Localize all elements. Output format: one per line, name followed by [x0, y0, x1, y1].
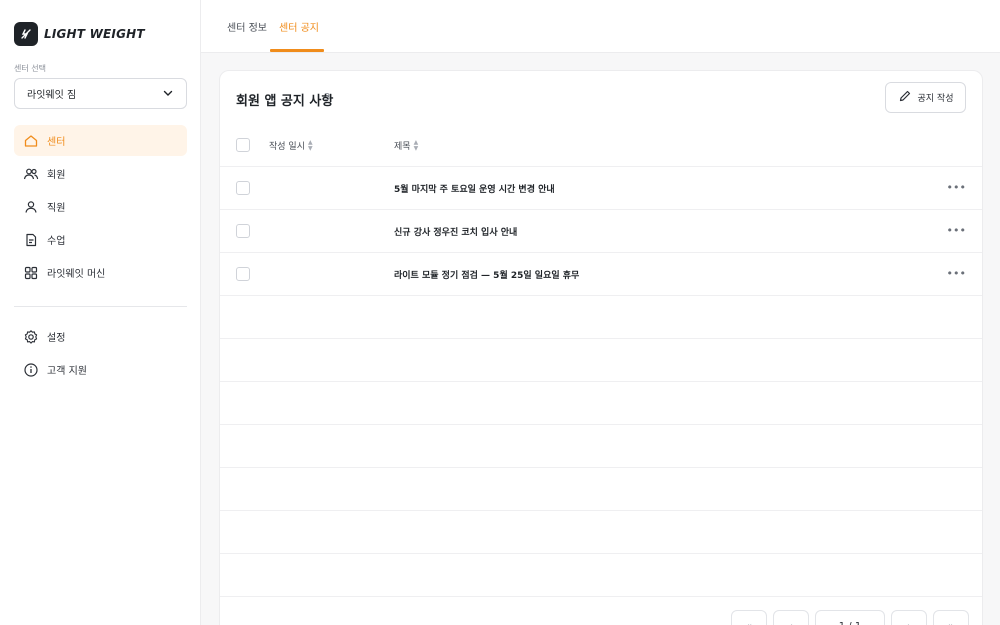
- sidebar-nav: 센터 회원 직원 수업 라잇웨잇 머신: [14, 125, 187, 290]
- row-title[interactable]: 5월 마지막 주 토요일 운영 시간 변경 안내: [394, 182, 555, 195]
- row-checkbox[interactable]: [236, 224, 250, 238]
- sidebar-item-label: 고객 지원: [47, 366, 87, 377]
- sidebar-item-label: 설정: [47, 333, 66, 344]
- brand-logo[interactable]: LIGHT WEIGHT: [14, 22, 145, 46]
- sidebar-item-support[interactable]: 고객 지원: [14, 354, 187, 385]
- center-select-value: 라잇웨잇 짐: [27, 90, 77, 101]
- double-chevron-right-icon: »: [948, 621, 954, 625]
- more-options-icon[interactable]: •••: [947, 181, 966, 194]
- notice-table: 작성 일시 ▲ ▼ 제목 ▲ ▼ 5월 마지막 주 토요일 운영 시간 변경 안내 …: [220, 124, 982, 597]
- user-icon: [23, 199, 39, 215]
- column-title[interactable]: 제목 ▲ ▼: [394, 139, 418, 152]
- row-title[interactable]: 신규 강사 정우진 코치 입사 안내: [394, 225, 517, 238]
- empty-row: [220, 382, 982, 425]
- chevron-left-icon: ‹: [789, 621, 793, 625]
- empty-row: [220, 511, 982, 554]
- sidebar-item-label: 라잇웨잇 머신: [47, 269, 106, 280]
- center-select-label: 센터 선택: [14, 64, 46, 73]
- sidebar-item-label: 수업: [47, 236, 66, 247]
- first-page-button[interactable]: «: [731, 610, 767, 625]
- empty-row: [220, 468, 982, 511]
- sidebar-item-classes[interactable]: 수업: [14, 224, 187, 255]
- empty-row: [220, 425, 982, 468]
- info-icon: [23, 362, 39, 378]
- column-date[interactable]: 작성 일시 ▲ ▼: [269, 139, 313, 152]
- active-tab-indicator: [270, 49, 324, 52]
- more-options-icon[interactable]: •••: [947, 267, 966, 280]
- gear-icon: [23, 329, 39, 345]
- tab-center-info[interactable]: 센터 정보: [227, 19, 267, 34]
- sidebar-nav-bottom: 설정 고객 지원: [14, 321, 187, 387]
- grid-icon: [23, 265, 39, 281]
- table-header: 작성 일시 ▲ ▼ 제목 ▲ ▼: [220, 124, 982, 167]
- chevron-down-icon: [162, 84, 174, 103]
- notice-count: 3: [324, 92, 331, 103]
- empty-row: [220, 554, 982, 597]
- row-checkbox[interactable]: [236, 181, 250, 195]
- notice-title: 회원 앱 공지 사항: [236, 94, 334, 109]
- empty-row: [220, 339, 982, 382]
- users-icon: [23, 166, 39, 182]
- notice-card: 회원 앱 공지 사항 3 공지 작성 작성 일시 ▲ ▼ 제목 ▲ ▼ 5월 마지막…: [219, 70, 983, 625]
- tab-center-notice[interactable]: 센터 공지: [279, 19, 319, 34]
- sort-icon: ▲ ▼: [307, 138, 313, 152]
- sidebar-item-label: 센터: [47, 137, 66, 148]
- pencil-icon: [898, 88, 912, 107]
- sidebar-item-center[interactable]: 센터: [14, 125, 187, 156]
- row-title[interactable]: 라이트 모듈 정기 점검 — 5월 25일 일요일 휴무: [394, 268, 579, 281]
- center-select[interactable]: 라잇웨잇 짐: [14, 78, 187, 109]
- sidebar-item-label: 회원: [47, 170, 66, 181]
- logo-mark-icon: [14, 22, 38, 46]
- select-all-checkbox[interactable]: [236, 138, 250, 152]
- write-notice-button[interactable]: 공지 작성: [885, 82, 966, 113]
- sidebar-divider: [14, 306, 187, 307]
- table-row[interactable]: 5월 마지막 주 토요일 운영 시간 변경 안내 •••: [220, 167, 982, 210]
- last-page-button[interactable]: »: [933, 610, 969, 625]
- pagination: « ‹ 1 / 1 › »: [731, 610, 975, 625]
- page-indicator: 1 / 1: [815, 610, 885, 625]
- empty-row: [220, 296, 982, 339]
- column-title-label: 제목: [394, 142, 411, 152]
- top-tabs: 센터 정보 센터 공지: [201, 0, 1000, 53]
- sidebar-item-machine[interactable]: 라잇웨잇 머신: [14, 257, 187, 288]
- chevron-right-icon: ›: [907, 621, 911, 625]
- next-page-button[interactable]: ›: [891, 610, 927, 625]
- brand-name: LIGHT WEIGHT: [44, 27, 145, 41]
- sort-icon: ▲ ▼: [413, 138, 419, 152]
- prev-page-button[interactable]: ‹: [773, 610, 809, 625]
- sidebar-item-staff[interactable]: 직원: [14, 191, 187, 222]
- row-checkbox[interactable]: [236, 267, 250, 281]
- sidebar-item-label: 직원: [47, 203, 66, 214]
- sidebar: LIGHT WEIGHT 센터 선택 라잇웨잇 짐 센터 회원 직원 수업 라잇…: [0, 0, 201, 625]
- document-icon: [23, 232, 39, 248]
- more-options-icon[interactable]: •••: [947, 224, 966, 237]
- write-notice-label: 공지 작성: [917, 94, 954, 104]
- double-chevron-left-icon: «: [746, 621, 752, 625]
- sidebar-item-settings[interactable]: 설정: [14, 321, 187, 352]
- column-date-label: 작성 일시: [269, 142, 305, 152]
- table-row[interactable]: 신규 강사 정우진 코치 입사 안내 •••: [220, 210, 982, 253]
- table-row[interactable]: 라이트 모듈 정기 점검 — 5월 25일 일요일 휴무 •••: [220, 253, 982, 296]
- sidebar-item-members[interactable]: 회원: [14, 158, 187, 189]
- home-icon: [23, 133, 39, 149]
